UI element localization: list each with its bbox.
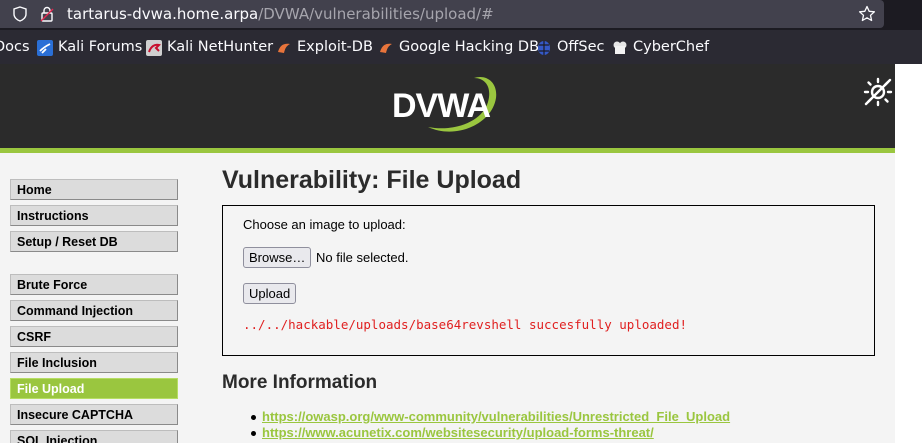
lock-icon[interactable] xyxy=(40,6,54,22)
url-text[interactable]: tartarus-dvwa.home.arpa/DVWA/vulnerabili… xyxy=(67,5,494,23)
kali-forums-icon xyxy=(37,40,53,56)
menu-item-insecure-captcha[interactable]: Insecure CAPTCHA xyxy=(10,404,178,425)
url-bar[interactable]: tartarus-dvwa.home.arpa/DVWA/vulnerabili… xyxy=(0,0,884,28)
upload-result-message: ../../hackable/uploads/base64revshell su… xyxy=(243,317,688,332)
file-status-text: No file selected. xyxy=(316,250,409,265)
kali-nethunter-icon xyxy=(146,40,162,56)
menu-item-brute-force[interactable]: Brute Force xyxy=(10,274,178,295)
bookmark-star-icon[interactable] xyxy=(858,5,876,23)
bookmark-kali-nethunter[interactable]: Kali NetHunter xyxy=(167,39,273,55)
menu-item-instructions[interactable]: Instructions xyxy=(10,205,178,226)
menu-item-sql-injection[interactable]: SQL Injection xyxy=(10,430,178,443)
upload-form-box: Choose an image to upload: Browse… No fi… xyxy=(222,205,875,356)
bookmark-docs[interactable]: Docs xyxy=(0,39,30,55)
bookmark-offsec[interactable]: OffSec xyxy=(557,39,605,55)
exploit-db-icon xyxy=(278,43,290,53)
more-info-heading: More Information xyxy=(222,372,378,393)
dvwa-logo[interactable]: DVWA xyxy=(388,72,500,138)
upload-button[interactable]: Upload xyxy=(243,283,297,304)
header-accent-bar xyxy=(0,148,895,153)
shield-icon[interactable] xyxy=(13,6,27,22)
bookmark-cyberchef[interactable]: CyberChef xyxy=(633,39,709,55)
page-header: DVWA xyxy=(0,64,895,148)
menu-item-file-upload[interactable]: File Upload xyxy=(10,378,178,399)
page-title: Vulnerability: File Upload xyxy=(222,166,522,194)
bookmark-google-hacking-db[interactable]: Google Hacking DB xyxy=(399,39,539,55)
cyberchef-icon xyxy=(613,41,627,54)
browse-button[interactable]: Browse… xyxy=(243,247,312,268)
menu-item-file-inclusion[interactable]: File Inclusion xyxy=(10,352,178,373)
menu-item-csrf[interactable]: CSRF xyxy=(10,326,178,347)
google-hacking-db-icon xyxy=(380,43,392,53)
bookmarks-bar: Docs Kali Forums Kali NetHunter Exploit-… xyxy=(0,30,922,64)
offsec-icon xyxy=(538,41,550,55)
menu-item-setup-reset-db[interactable]: Setup / Reset DB xyxy=(10,231,178,252)
page-right-gutter xyxy=(895,64,922,443)
menu-item-command-injection[interactable]: Command Injection xyxy=(10,300,178,321)
theme-toggle-icon[interactable] xyxy=(862,76,894,108)
upload-prompt: Choose an image to upload: xyxy=(243,217,406,232)
dvwa-page: DVWA Home Instructions Setup / Reset DB … xyxy=(0,64,895,443)
logo-text: DVWA xyxy=(392,87,490,125)
bookmark-exploit-db[interactable]: Exploit-DB xyxy=(297,39,373,55)
list-bullet xyxy=(251,415,256,420)
list-bullet xyxy=(251,431,256,436)
url-host: tartarus-dvwa.home.arpa xyxy=(67,5,259,23)
url-path: /DVWA/vulnerabilities/upload/# xyxy=(258,5,494,23)
menu-item-home[interactable]: Home xyxy=(10,179,178,200)
info-link-owasp[interactable]: https://owasp.org/www-community/vulnerab… xyxy=(262,409,730,424)
info-link-acunetix[interactable]: https://www.acunetix.com/websitesecurity… xyxy=(262,425,654,440)
bookmark-kali-forums[interactable]: Kali Forums xyxy=(58,39,142,55)
